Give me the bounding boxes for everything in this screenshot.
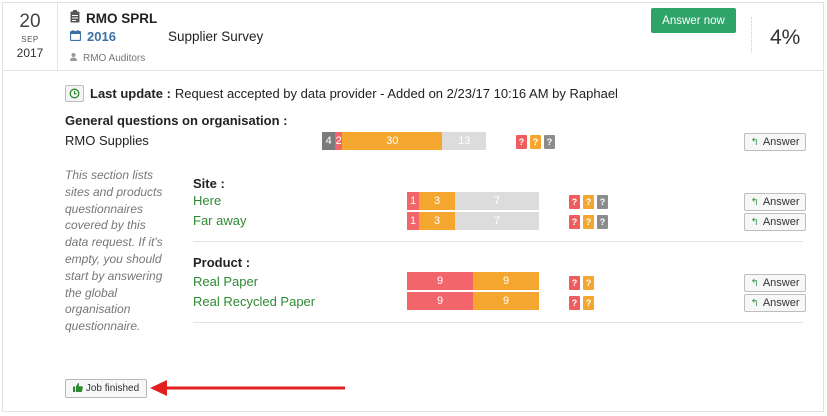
date-month: SEP <box>21 35 39 44</box>
header-divider <box>751 17 752 53</box>
answer-button[interactable]: ↰ Answer <box>744 213 806 231</box>
general-row-label: RMO Supplies <box>65 133 149 148</box>
org-name: RMO Auditors <box>83 53 146 64</box>
question-icon[interactable]: ? <box>569 215 580 229</box>
answer-button[interactable]: ↰ Answer <box>744 274 806 292</box>
red-pointer-arrow-icon <box>150 380 345 396</box>
history-icon[interactable] <box>65 85 84 102</box>
question-icon[interactable]: ? <box>597 195 608 209</box>
answer-button-label: Answer <box>762 297 800 309</box>
question-icon[interactable]: ? <box>544 135 555 149</box>
last-update: Last update : Request accepted by data p… <box>65 85 618 102</box>
general-progress-bar: 4 2 30 13 <box>322 132 486 150</box>
product-progress-bar: 99 <box>407 292 539 310</box>
question-icon[interactable]: ? <box>583 195 594 209</box>
site-question-icons: ? ? ? <box>569 195 608 209</box>
bar-segment-gray: 7 <box>455 192 539 210</box>
bar-segment-red: 9 <box>407 292 473 310</box>
general-questions-title: General questions on organisation : <box>65 113 288 128</box>
product-progress-bar: 99 <box>407 272 539 290</box>
site-row-label[interactable]: Here <box>193 193 221 208</box>
question-icon[interactable]: ? <box>583 276 594 290</box>
answer-button[interactable]: ↰ Answer <box>744 294 806 312</box>
question-icon[interactable]: ? <box>569 276 580 290</box>
answer-button[interactable]: ↰ Answer <box>744 193 806 211</box>
job-finished-label: Job finished <box>85 383 140 394</box>
reply-arrow-icon: ↰ <box>750 297 759 309</box>
reply-arrow-icon: ↰ <box>750 196 759 208</box>
job-finished-button[interactable]: Job finished <box>65 379 147 398</box>
bar-segment-red: 2 <box>335 132 343 150</box>
company-name: RMO SPRL <box>86 10 158 26</box>
reply-arrow-icon: ↰ <box>750 277 759 289</box>
question-icon[interactable]: ? <box>569 195 580 209</box>
bar-segment-red: 1 <box>407 212 419 230</box>
general-question-icons: ? ? ? <box>516 135 555 149</box>
date-block: 20 SEP 2017 <box>3 3 58 71</box>
product-question-icons: ? ? <box>569 296 594 310</box>
product-row-label[interactable]: Real Recycled Paper <box>193 294 315 309</box>
last-update-label: Last update : <box>90 86 171 101</box>
survey-name: Supplier Survey <box>168 29 264 44</box>
answer-button-label: Answer <box>762 216 800 228</box>
product-row-label[interactable]: Real Paper <box>193 274 258 289</box>
product-section-title: Product : <box>193 255 251 270</box>
site-progress-bar: 137 <box>407 192 539 210</box>
site-row-label[interactable]: Far away <box>193 213 246 228</box>
survey-year: 2016 <box>87 29 116 44</box>
answer-now-button[interactable]: Answer now <box>651 8 736 33</box>
calendar-icon <box>69 29 82 44</box>
question-icon[interactable]: ? <box>583 296 594 310</box>
year-row: 2016 <box>69 29 116 44</box>
answer-button[interactable]: ↰ Answer <box>744 133 806 151</box>
site-question-icons: ? ? ? <box>569 215 608 229</box>
question-icon[interactable]: ? <box>597 215 608 229</box>
date-year: 2017 <box>16 46 44 60</box>
clipboard-icon <box>70 10 80 26</box>
bar-segment-gray: 13 <box>442 132 486 150</box>
bar-segment-orange: 30 <box>342 132 443 150</box>
product-question-icons: ? ? <box>569 276 594 290</box>
bar-segment-orange: 9 <box>473 292 539 310</box>
question-icon[interactable]: ? <box>583 215 594 229</box>
bar-segment-dark: 4 <box>322 132 336 150</box>
bar-segment-gray: 7 <box>455 212 539 230</box>
completion-percent: 4% <box>770 26 801 49</box>
bar-segment-orange: 9 <box>473 272 539 290</box>
thumbs-up-icon <box>72 382 83 395</box>
question-icon[interactable]: ? <box>530 135 541 149</box>
site-progress-bar: 137 <box>407 212 539 230</box>
section-help-text: This section lists sites and products qu… <box>65 168 163 334</box>
answer-button-label: Answer <box>762 277 800 289</box>
bar-segment-red: 9 <box>407 272 473 290</box>
section-divider <box>193 322 803 323</box>
user-icon <box>70 53 77 64</box>
card-header: RMO SPRL 2016 Supplier Survey RMO Audito… <box>58 3 823 71</box>
date-day: 20 <box>19 11 41 32</box>
company-row: RMO SPRL <box>70 10 157 26</box>
answer-button-label: Answer <box>762 136 800 148</box>
reply-arrow-icon: ↰ <box>750 216 759 228</box>
bar-segment-orange: 3 <box>419 192 455 210</box>
bar-segment-red: 1 <box>407 192 419 210</box>
bar-segment-orange: 3 <box>419 212 455 230</box>
answer-button-label: Answer <box>762 196 800 208</box>
site-section-title: Site : <box>193 176 225 191</box>
org-row: RMO Auditors <box>70 53 145 64</box>
question-icon[interactable]: ? <box>516 135 527 149</box>
section-divider <box>193 241 803 242</box>
reply-arrow-icon: ↰ <box>750 136 759 148</box>
question-icon[interactable]: ? <box>569 296 580 310</box>
last-update-text: Request accepted by data provider - Adde… <box>174 86 618 101</box>
